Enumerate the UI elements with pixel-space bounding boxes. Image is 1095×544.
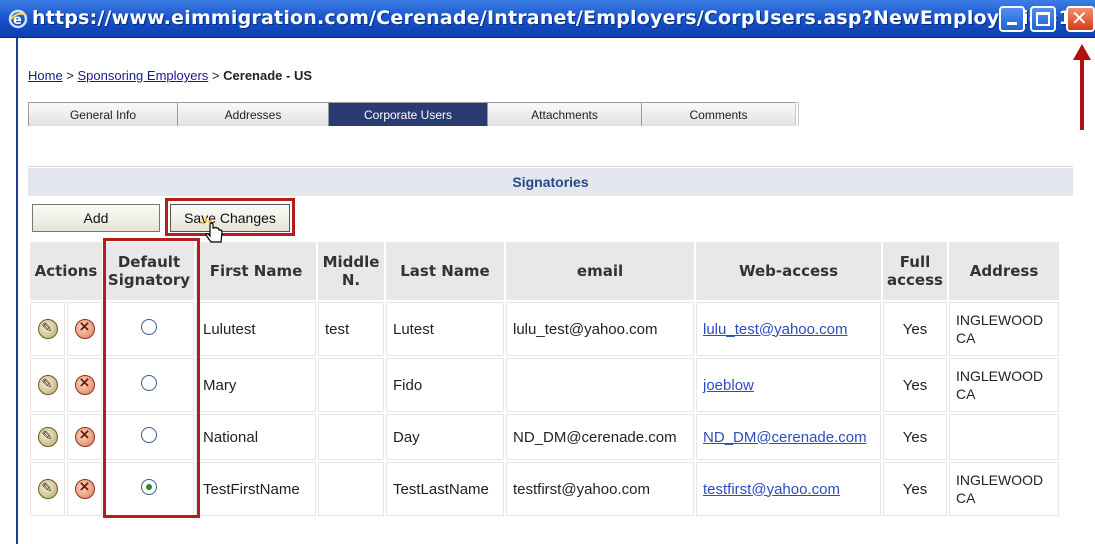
minimize-button[interactable] — [999, 6, 1025, 32]
minimize-icon — [1007, 22, 1017, 25]
col-header-web-access: Web-access — [696, 242, 881, 300]
middle-name-cell — [318, 462, 384, 516]
col-header-full-line2: access — [887, 271, 943, 289]
email-cell: lulu_test@yahoo.com — [506, 302, 694, 356]
col-header-full-access: Full access — [883, 242, 947, 300]
breadcrumb-separator: > — [62, 68, 78, 83]
col-header-email: email — [506, 242, 694, 300]
address-line1: INGLEWOOD — [956, 472, 1044, 488]
breadcrumb-separator: > — [208, 68, 224, 83]
close-icon: ✕ — [1071, 6, 1088, 30]
breadcrumb-current: Cerenade - US — [223, 68, 313, 83]
first-name-cell: National — [196, 414, 316, 460]
svg-text:e: e — [13, 13, 22, 28]
address-line2: CA — [956, 490, 976, 506]
col-header-full-line1: Full — [899, 253, 931, 271]
web-access-link[interactable]: ND_DM@cerenade.com — [703, 429, 867, 446]
middle-name-cell: test — [318, 302, 384, 356]
window-left-border — [0, 38, 18, 544]
delete-cell — [67, 414, 102, 460]
web-access-link[interactable]: lulu_test@yahoo.com — [703, 321, 847, 338]
web-access-cell: lulu_test@yahoo.com — [696, 302, 881, 356]
maximize-icon — [1036, 12, 1050, 26]
middle-name-cell — [318, 414, 384, 460]
address-cell — [949, 414, 1059, 460]
address-cell: INGLEWOOD CA — [949, 462, 1059, 516]
full-access-cell: Yes — [883, 414, 947, 460]
tab-comments[interactable]: Comments — [641, 102, 796, 126]
delete-cell — [67, 302, 102, 356]
breadcrumb-home-link[interactable]: Home — [28, 68, 63, 83]
annotation-arrow-line — [1080, 58, 1084, 130]
col-header-middle-line1: Middle — [322, 253, 380, 271]
middle-name-cell — [318, 358, 384, 412]
breadcrumb-sponsoring-link[interactable]: Sponsoring Employers — [78, 68, 209, 83]
last-name-cell: TestLastName — [386, 462, 504, 516]
address-cell: INGLEWOOD CA — [949, 302, 1059, 356]
tab-bar: General Info Addresses Corporate Users A… — [28, 102, 799, 126]
section-divider — [28, 166, 1073, 167]
delete-icon[interactable] — [74, 425, 95, 447]
email-cell — [506, 358, 694, 412]
hand-cursor-icon — [200, 218, 223, 243]
address-line1: INGLEWOOD — [956, 312, 1044, 328]
delete-cell — [67, 358, 102, 412]
web-access-link[interactable]: joeblow — [703, 377, 754, 394]
breadcrumb: Home > Sponsoring Employers > Cerenade -… — [28, 68, 312, 83]
full-access-cell: Yes — [883, 302, 947, 356]
add-button[interactable]: Add — [32, 204, 160, 232]
edit-icon[interactable] — [37, 319, 58, 339]
col-header-first-name: First Name — [196, 242, 316, 300]
col-header-actions: Actions — [30, 242, 102, 300]
web-access-link[interactable]: testfirst@yahoo.com — [703, 481, 840, 498]
close-button[interactable]: ✕ — [1066, 6, 1095, 32]
tab-corporate-users[interactable]: Corporate Users — [328, 102, 488, 126]
tab-addresses[interactable]: Addresses — [177, 102, 329, 126]
last-name-cell: Lutest — [386, 302, 504, 356]
address-line1: INGLEWOOD — [956, 368, 1044, 384]
tab-general-info[interactable]: General Info — [28, 102, 178, 126]
edit-cell — [30, 462, 65, 516]
delete-cell — [67, 462, 102, 516]
full-access-cell: Yes — [883, 462, 947, 516]
edit-cell — [30, 302, 65, 356]
window-url-title: https://www.eimmigration.com/Cerenade/In… — [32, 7, 1092, 29]
address-line2: CA — [956, 386, 976, 402]
last-name-cell: Day — [386, 414, 504, 460]
first-name-cell: Mary — [196, 358, 316, 412]
first-name-cell: Lulutest — [196, 302, 316, 356]
full-access-cell: Yes — [883, 358, 947, 412]
delete-icon[interactable] — [74, 477, 95, 499]
address-cell: INGLEWOOD CA — [949, 358, 1059, 412]
email-cell: testfirst@yahoo.com — [506, 462, 694, 516]
email-cell: ND_DM@cerenade.com — [506, 414, 694, 460]
web-access-cell: joeblow — [696, 358, 881, 412]
save-highlight-box — [165, 198, 295, 236]
delete-icon[interactable] — [74, 317, 95, 339]
edit-icon[interactable] — [37, 479, 58, 499]
col-header-address: Address — [949, 242, 1059, 300]
delete-icon[interactable] — [74, 373, 95, 395]
edit-icon[interactable] — [37, 375, 58, 395]
web-access-cell: testfirst@yahoo.com — [696, 462, 881, 516]
col-header-middle: Middle N. — [318, 242, 384, 300]
edit-cell — [30, 414, 65, 460]
tab-attachments[interactable]: Attachments — [487, 102, 642, 126]
col-header-middle-line2: N. — [341, 271, 361, 289]
maximize-button[interactable] — [1030, 6, 1056, 32]
edit-icon[interactable] — [37, 427, 58, 447]
first-name-cell: TestFirstName — [196, 462, 316, 516]
ie-icon: e — [8, 9, 28, 29]
default-signatory-highlight-box — [103, 238, 200, 518]
last-name-cell: Fido — [386, 358, 504, 412]
tab-bar-end — [795, 102, 799, 126]
edit-cell — [30, 358, 65, 412]
section-title-signatories: Signatories — [28, 168, 1073, 196]
web-access-cell: ND_DM@cerenade.com — [696, 414, 881, 460]
window-title-bar: e https://www.eimmigration.com/Cerenade/… — [0, 0, 1095, 38]
col-header-last-name: Last Name — [386, 242, 504, 300]
address-line2: CA — [956, 330, 976, 346]
